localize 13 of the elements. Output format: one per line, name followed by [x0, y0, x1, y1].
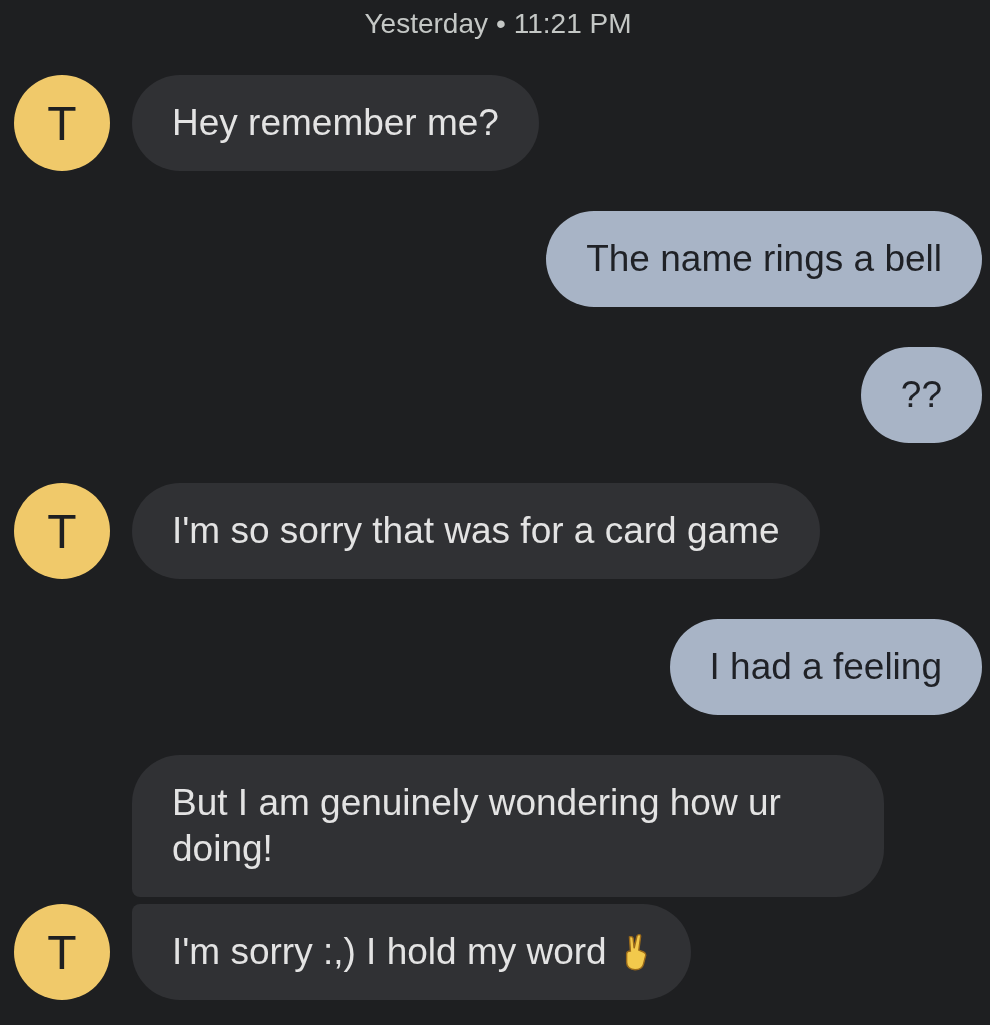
outgoing-message[interactable]: The name rings a bell — [546, 211, 982, 307]
date-label: Yesterday — [364, 7, 488, 41]
contact-avatar[interactable]: T — [14, 75, 110, 171]
time-label: 11:21 PM — [513, 7, 632, 41]
contact-avatar[interactable]: T — [14, 483, 110, 579]
outgoing-message[interactable]: I had a feeling — [669, 619, 982, 715]
incoming-message[interactable]: Hey remember me? — [132, 75, 539, 171]
separator-dot: • — [495, 7, 506, 41]
outgoing-message[interactable]: ?? — [860, 347, 982, 443]
incoming-message[interactable]: I'm sorry :,) I hold my word — [132, 904, 691, 1000]
incoming-message[interactable]: But I am genuinely wondering how ur doing! — [132, 755, 884, 897]
contact-avatar[interactable]: T — [14, 904, 110, 1000]
incoming-message[interactable]: I'm so sorry that was for a card game — [132, 483, 820, 579]
